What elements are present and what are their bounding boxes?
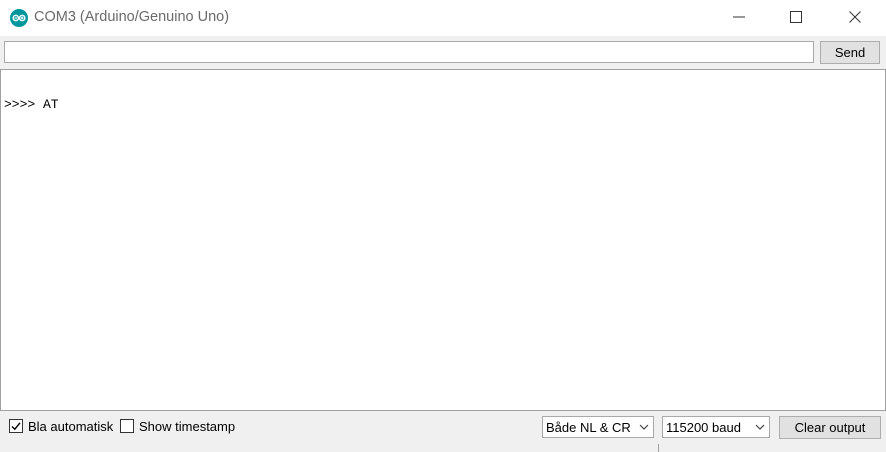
close-button[interactable]: [826, 0, 884, 34]
send-button[interactable]: Send: [820, 41, 880, 64]
output-line: >>>> AT: [4, 97, 59, 112]
serial-output[interactable]: >>>> AT: [0, 69, 886, 411]
chevron-down-icon: [639, 424, 649, 430]
chevron-down-icon: [755, 424, 765, 430]
serial-input[interactable]: [4, 41, 814, 63]
title-bar: COM3 (Arduino/Genuino Uno): [0, 0, 886, 36]
clear-output-button[interactable]: Clear output: [779, 416, 881, 439]
autoscroll-checkbox[interactable]: [9, 419, 23, 433]
autoscroll-label[interactable]: Bla automatisk: [28, 419, 113, 434]
close-icon: [849, 11, 861, 23]
minimize-icon: [733, 16, 745, 18]
maximize-icon: [790, 11, 802, 23]
window-title: COM3 (Arduino/Genuino Uno): [34, 9, 230, 25]
baud-rate-value: 115200 baud: [666, 420, 741, 435]
line-ending-select[interactable]: Både NL & CR: [542, 416, 654, 438]
send-row: Send: [0, 36, 886, 70]
minimize-button[interactable]: [710, 0, 768, 34]
status-bar: Bla automatisk Show timestamp Både NL & …: [0, 411, 886, 452]
baud-rate-select[interactable]: 115200 baud: [662, 416, 770, 438]
timestamp-label[interactable]: Show timestamp: [139, 419, 235, 434]
line-ending-value: Både NL & CR: [546, 420, 631, 435]
arduino-logo-icon: [10, 9, 28, 27]
timestamp-checkbox[interactable]: [120, 419, 134, 433]
maximize-button[interactable]: [767, 0, 825, 34]
checkmark-icon: [11, 422, 21, 431]
divider: [658, 444, 659, 452]
